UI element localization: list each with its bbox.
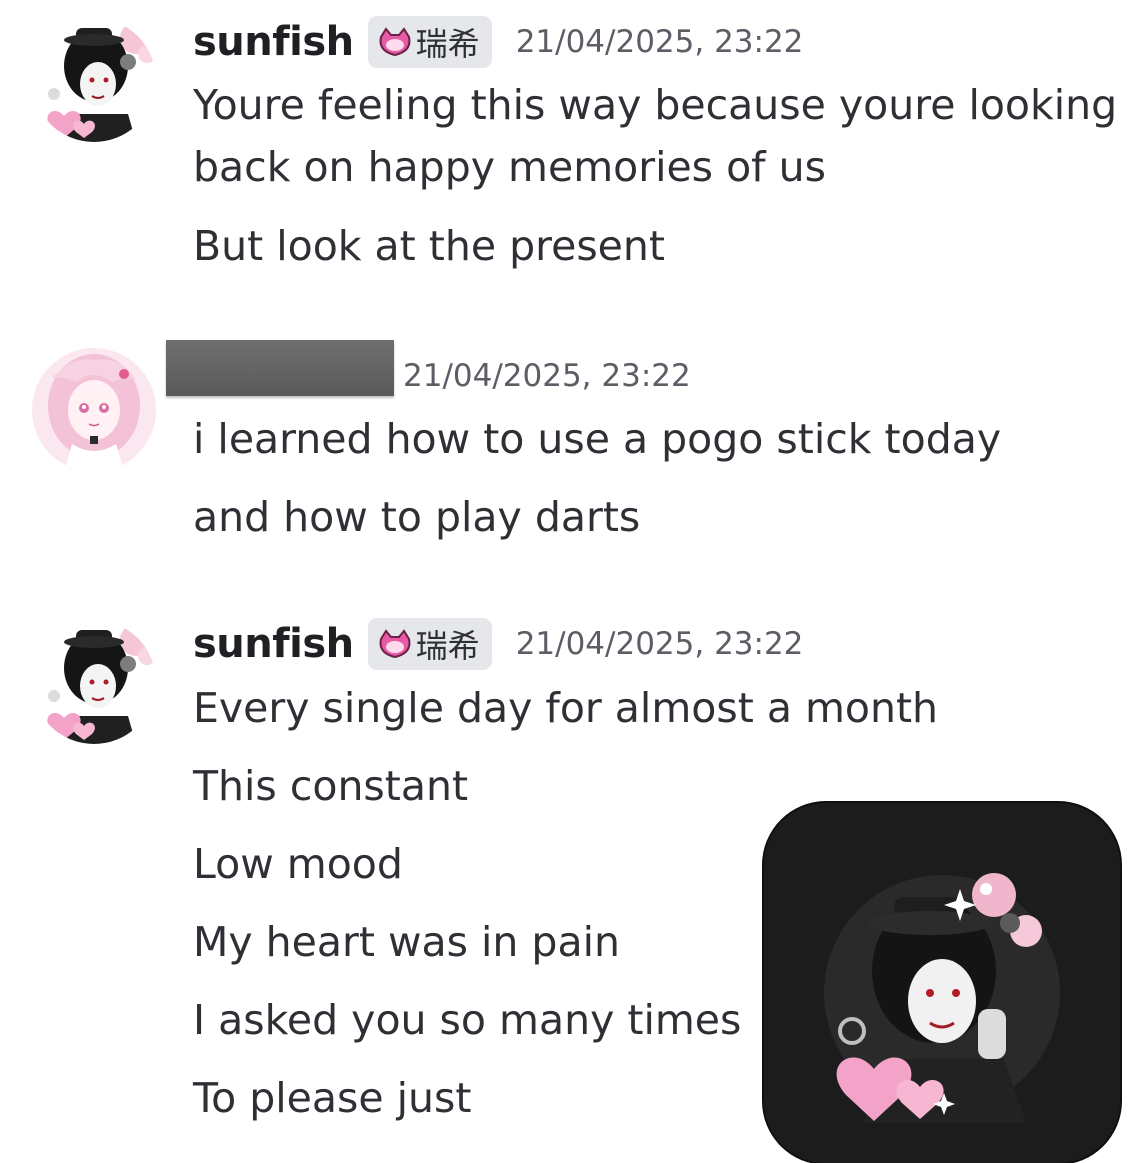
redacted-username bbox=[166, 340, 394, 396]
avatar-preview-popup[interactable] bbox=[764, 803, 1120, 1163]
avatar[interactable] bbox=[32, 620, 156, 744]
enlarged-avatar-image bbox=[764, 803, 1120, 1163]
message-line: i learned how to use a pogo stick today bbox=[193, 415, 1002, 463]
server-tag-label: 瑞希 bbox=[415, 627, 480, 665]
message-line: But look at the present bbox=[193, 222, 665, 270]
message-group-2: 21/04/2025, 23:22 i learned how to use a… bbox=[0, 300, 1135, 580]
pink-cat-icon bbox=[379, 27, 411, 57]
message-line: Youre feeling this way because youre loo… bbox=[193, 81, 1118, 129]
message-line: and how to play darts bbox=[193, 493, 641, 541]
timestamp: 21/04/2025, 23:22 bbox=[403, 358, 691, 394]
message-line: back on happy memories of us bbox=[193, 143, 826, 191]
message-header: 21/04/2025, 23:22 bbox=[403, 348, 691, 404]
server-tag-label: 瑞希 bbox=[415, 25, 480, 63]
message-header: sunfish 瑞希 21/04/2025, 23:22 bbox=[193, 616, 803, 672]
username[interactable]: sunfish bbox=[193, 621, 354, 667]
message-group-1: sunfish 瑞希 21/04/2025, 23:22 Youre feeli… bbox=[0, 0, 1135, 300]
message-line: My heart was in pain bbox=[193, 918, 620, 966]
message-line: I asked you so many times bbox=[193, 996, 742, 1044]
avatar[interactable] bbox=[32, 348, 156, 472]
username[interactable]: sunfish bbox=[193, 19, 354, 65]
timestamp: 21/04/2025, 23:22 bbox=[515, 24, 804, 60]
server-tag[interactable]: 瑞希 bbox=[367, 16, 492, 68]
server-tag[interactable]: 瑞希 bbox=[367, 618, 492, 670]
message-header: sunfish 瑞希 21/04/2025, 23:22 bbox=[193, 14, 803, 70]
avatar[interactable] bbox=[32, 18, 156, 142]
pink-cat-icon bbox=[379, 629, 411, 659]
timestamp: 21/04/2025, 23:22 bbox=[515, 626, 804, 662]
message-line: To please just bbox=[193, 1074, 472, 1122]
message-line: Every single day for almost a month bbox=[193, 684, 939, 732]
message-line: This constant bbox=[193, 762, 469, 810]
message-line: Low mood bbox=[193, 840, 403, 888]
